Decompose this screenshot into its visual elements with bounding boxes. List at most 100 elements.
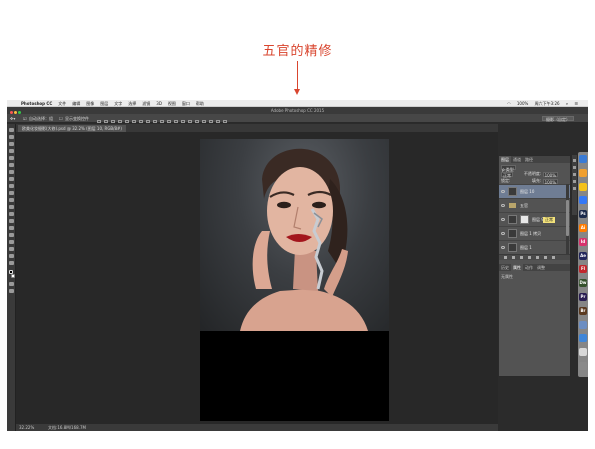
- layer-row[interactable]: 图层 9 正常: [499, 212, 570, 226]
- panel-icon[interactable]: [573, 166, 576, 169]
- dock-app-icon[interactable]: Pr: [579, 293, 587, 301]
- menu-item[interactable]: 帮助: [196, 101, 204, 106]
- visibility-eye-icon[interactable]: [501, 204, 505, 207]
- gradient-tool-icon[interactable]: [9, 205, 14, 209]
- move-tool-icon[interactable]: ✥▾: [10, 114, 15, 123]
- adjustment-layer-icon[interactable]: [528, 256, 531, 259]
- new-layer-icon[interactable]: [544, 256, 547, 259]
- layer-filter-dropdown[interactable]: ρ 类型: [501, 164, 516, 172]
- panel-tab[interactable]: 通道: [511, 156, 523, 163]
- menu-item[interactable]: 图像: [86, 101, 94, 106]
- panel-tab[interactable]: 属性: [511, 264, 523, 271]
- menu-item[interactable]: 图层: [100, 101, 108, 106]
- menu-item[interactable]: Photoshop CC: [21, 101, 52, 106]
- menu-item[interactable]: 3D: [156, 101, 162, 106]
- show-transform-checkbox[interactable]: ☐: [59, 114, 63, 123]
- visibility-eye-icon[interactable]: [501, 232, 505, 235]
- menu-item[interactable]: 窗口: [182, 101, 190, 106]
- panel-tab[interactable]: 历史: [499, 264, 511, 271]
- menu-item[interactable]: 文字: [114, 101, 122, 106]
- dock-app-icon[interactable]: [579, 334, 587, 343]
- search-icon[interactable]: ⌕: [566, 101, 568, 106]
- screen-mode-icon[interactable]: [9, 289, 14, 293]
- panel-icon[interactable]: [573, 159, 576, 162]
- notification-icon[interactable]: ☰: [574, 101, 578, 106]
- fx-icon[interactable]: [512, 256, 515, 259]
- path-select-tool-icon[interactable]: [9, 240, 14, 244]
- hand-tool-icon[interactable]: [9, 254, 14, 258]
- menu-item[interactable]: 文件: [58, 101, 66, 106]
- layer-row[interactable]: 图层 1: [499, 240, 570, 254]
- dock-app-icon[interactable]: Ae: [579, 251, 587, 260]
- eyedropper-tool-icon[interactable]: [9, 163, 14, 167]
- menu-item[interactable]: 编辑: [72, 101, 80, 106]
- dock-app-icon[interactable]: [579, 348, 587, 357]
- background-color-swatch[interactable]: [11, 274, 15, 278]
- document-tab[interactable]: 欧美化妆摄影(大修).psd @ 32.2% (图层 10, RGB/8#): [18, 125, 126, 132]
- layer-row[interactable]: 五官: [499, 198, 570, 212]
- panel-tab[interactable]: 动作: [523, 264, 535, 271]
- dock-app-icon[interactable]: Ps: [579, 210, 587, 219]
- auto-select-checkbox[interactable]: ☑: [23, 114, 27, 123]
- dock-app-icon[interactable]: Ai: [579, 224, 587, 232]
- dock-app-icon[interactable]: Id: [579, 237, 587, 246]
- new-group-icon[interactable]: [536, 256, 539, 259]
- dodge-tool-icon[interactable]: [9, 219, 14, 223]
- zoom-tool-icon[interactable]: [9, 261, 14, 265]
- type-tool-icon[interactable]: [9, 233, 14, 237]
- brush-tool-icon[interactable]: [9, 177, 14, 181]
- menubar-clock[interactable]: 周六下午3:26: [535, 101, 560, 106]
- blur-tool-icon[interactable]: [9, 212, 14, 216]
- crop-tool-icon[interactable]: [9, 156, 14, 160]
- visibility-eye-icon[interactable]: [501, 190, 505, 193]
- dock-app-icon[interactable]: [579, 155, 587, 163]
- battery-level[interactable]: 100%: [517, 101, 528, 106]
- zoom-level[interactable]: 32.22%: [19, 424, 34, 431]
- document-info[interactable]: 文档:16.8M/168.7M: [48, 424, 86, 431]
- move-tool-icon[interactable]: [9, 128, 14, 132]
- quick-select-tool-icon[interactable]: [9, 149, 14, 153]
- dock-app-icon[interactable]: [579, 320, 587, 329]
- lasso-tool-icon[interactable]: [9, 142, 14, 146]
- quick-mask-icon[interactable]: [9, 282, 14, 286]
- panel-tab[interactable]: 图层: [499, 156, 511, 163]
- panel-tab[interactable]: 路径: [523, 156, 535, 163]
- pen-tool-icon[interactable]: [9, 226, 14, 230]
- healing-brush-tool-icon[interactable]: [9, 170, 14, 174]
- layers-scrollbar[interactable]: [566, 184, 569, 254]
- panel-icon[interactable]: [573, 187, 576, 190]
- workspace-dropdown[interactable]: 摄影（自定）: [542, 116, 574, 122]
- history-brush-tool-icon[interactable]: [9, 191, 14, 195]
- dock-app-icon[interactable]: Dw: [579, 279, 587, 288]
- link-layers-icon[interactable]: [504, 256, 507, 259]
- clone-stamp-tool-icon[interactable]: [9, 184, 14, 188]
- dock-app-icon[interactable]: [579, 196, 587, 205]
- panel-icon[interactable]: [573, 180, 576, 183]
- menu-item[interactable]: 选择: [128, 101, 136, 106]
- add-mask-icon[interactable]: [520, 256, 523, 259]
- fill-input[interactable]: 100%: [542, 178, 558, 185]
- blend-mode-dropdown[interactable]: 正常: [501, 171, 513, 178]
- layer-tooltip: 正常: [543, 217, 555, 223]
- dock-app-icon[interactable]: [579, 168, 587, 177]
- dock-app-icon[interactable]: Br: [579, 306, 587, 315]
- shape-tool-icon[interactable]: [9, 247, 14, 251]
- layer-row[interactable]: 图层 10: [499, 184, 570, 198]
- eraser-tool-icon[interactable]: [9, 198, 14, 202]
- trash-icon[interactable]: [552, 256, 555, 259]
- dock-app-icon[interactable]: Fl: [579, 265, 587, 274]
- menu-item[interactable]: 视图: [168, 101, 176, 106]
- menu-item[interactable]: 滤镜: [142, 101, 150, 106]
- layer-mask-thumbnail[interactable]: [520, 215, 529, 224]
- panel-icon[interactable]: [573, 173, 576, 176]
- marquee-tool-icon[interactable]: [9, 135, 14, 139]
- visibility-eye-icon[interactable]: [501, 246, 505, 249]
- auto-select-dropdown[interactable]: 组: [49, 114, 53, 123]
- visibility-eye-icon[interactable]: [501, 218, 505, 221]
- wifi-icon[interactable]: ◠: [507, 101, 511, 106]
- dock-app-icon[interactable]: [579, 362, 587, 370]
- opacity-input[interactable]: 100%: [542, 171, 558, 178]
- panel-tab[interactable]: 调整: [535, 264, 547, 271]
- layer-row[interactable]: 图层 1 拷贝: [499, 226, 570, 240]
- dock-app-icon[interactable]: [579, 182, 587, 191]
